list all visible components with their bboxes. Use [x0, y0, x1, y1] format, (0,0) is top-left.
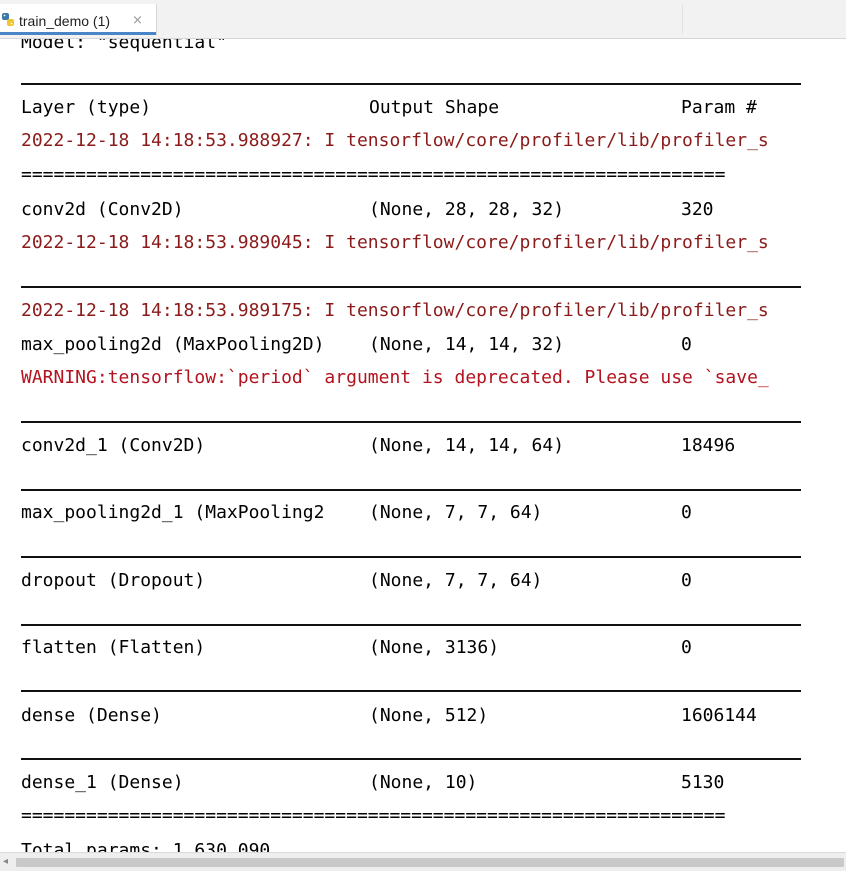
rule-underscore — [21, 286, 801, 288]
header-param-count: Param # — [681, 97, 757, 118]
table-row: dropout (Dropout) (None, 7, 7, 64) 0 — [21, 571, 692, 591]
table-row: dense (Dense) (None, 512) 1606144 — [21, 706, 757, 726]
output-shape: (None, 28, 28, 32) — [369, 199, 565, 220]
summary-header: Layer (type) Output Shape Param # — [21, 98, 757, 118]
param-count: 1606144 — [681, 705, 757, 726]
layer-name: max_pooling2d_1 (MaxPooling2 — [21, 502, 325, 523]
tab-title: train_demo (1) — [19, 13, 111, 29]
rule-underscore — [21, 556, 801, 558]
param-count: 5130 — [681, 772, 725, 793]
model-name-line: Model: "sequential" — [21, 39, 227, 53]
rule-equals: ========================================… — [21, 164, 726, 185]
rule-underscore — [21, 690, 801, 692]
scroll-left-icon[interactable]: ◂ — [3, 856, 8, 867]
close-icon[interactable]: × — [132, 13, 143, 28]
log-line: 2022-12-18 14:18:53.989175: I tensorflow… — [21, 300, 769, 321]
rule-underscore — [21, 624, 801, 626]
log-line: 2022-12-18 14:18:53.989045: I tensorflow… — [21, 232, 769, 253]
param-count: 0 — [681, 502, 692, 523]
output-shape: (None, 14, 14, 32) — [369, 334, 565, 355]
output-shape: (None, 10) — [369, 772, 478, 793]
layer-name: max_pooling2d (MaxPooling2D) — [21, 334, 325, 355]
layer-name: dropout (Dropout) — [21, 570, 206, 591]
rule-underscore — [21, 489, 801, 491]
layer-name: dense (Dense) — [21, 705, 162, 726]
param-count: 18496 — [681, 435, 736, 456]
rule-underscore — [21, 421, 801, 423]
layer-name: conv2d_1 (Conv2D) — [21, 435, 206, 456]
total-params: Total params: 1,630,090 — [21, 840, 271, 853]
param-count: 0 — [681, 637, 692, 658]
table-row: conv2d_1 (Conv2D) (None, 14, 14, 64) 184… — [21, 436, 735, 456]
table-row: max_pooling2d (MaxPooling2D) (None, 14, … — [21, 335, 692, 355]
param-count: 320 — [681, 199, 714, 220]
param-count: 0 — [681, 570, 692, 591]
param-count: 0 — [681, 334, 692, 355]
scrollbar-thumb[interactable] — [16, 858, 844, 867]
output-shape: (None, 512) — [369, 705, 489, 726]
header-output-shape: Output Shape — [369, 97, 500, 118]
warning-line: WARNING:tensorflow:`period` argument is … — [21, 367, 769, 388]
horizontal-scrollbar[interactable]: ◂ — [0, 852, 846, 871]
table-row: max_pooling2d_1 (MaxPooling2 (None, 7, 7… — [21, 503, 692, 523]
layer-name: flatten (Flatten) — [21, 637, 206, 658]
rule-equals: ========================================… — [21, 805, 726, 826]
layer-name: dense_1 (Dense) — [21, 772, 184, 793]
rule-underscore — [21, 83, 801, 85]
tab-bar-divider — [682, 4, 683, 34]
python-file-icon — [2, 13, 14, 26]
table-row: conv2d (Conv2D) (None, 28, 28, 32) 320 — [21, 200, 714, 220]
output-shape: (None, 14, 14, 64) — [369, 435, 565, 456]
output-shape: (None, 7, 7, 64) — [369, 570, 543, 591]
table-row: dense_1 (Dense) (None, 10) 5130 — [21, 773, 724, 793]
tab-train-demo[interactable]: train_demo (1) × — [0, 4, 157, 35]
output-shape: (None, 3136) — [369, 637, 500, 658]
layer-name: conv2d (Conv2D) — [21, 199, 184, 220]
output-shape: (None, 7, 7, 64) — [369, 502, 543, 523]
run-console-output[interactable]: Model: "sequential" Layer (type) Output … — [0, 39, 846, 852]
editor-tab-bar: train_demo (1) × — [0, 0, 846, 39]
table-row: flatten (Flatten) (None, 3136) 0 — [21, 638, 692, 658]
active-tab-indicator — [0, 32, 156, 35]
log-line: 2022-12-18 14:18:53.988927: I tensorflow… — [21, 130, 769, 151]
rule-underscore — [21, 758, 801, 760]
header-layer: Layer (type) — [21, 97, 152, 118]
